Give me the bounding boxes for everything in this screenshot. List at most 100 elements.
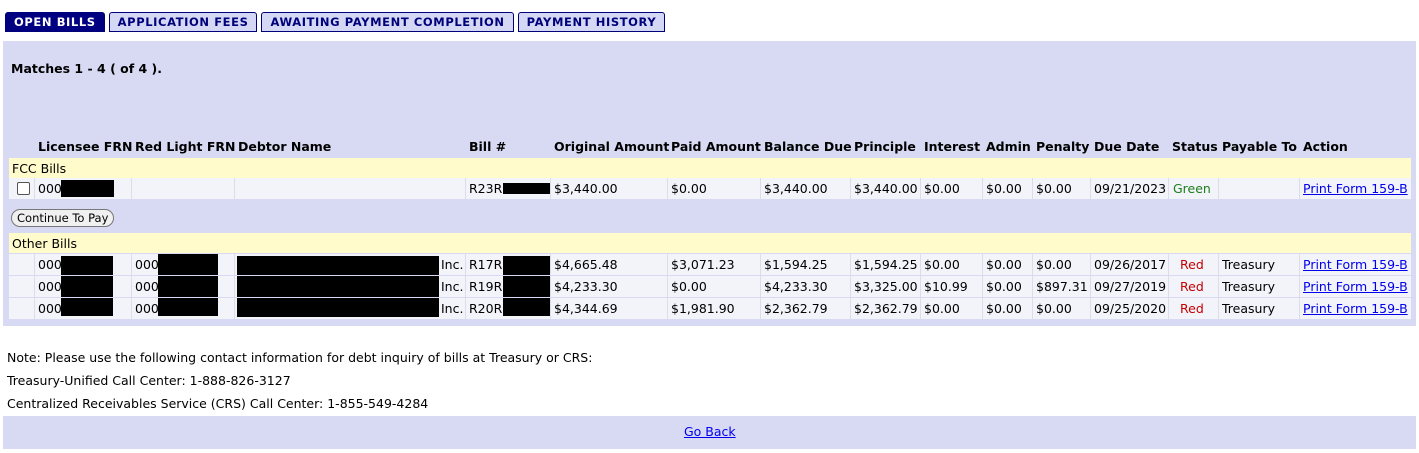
status-badge: Green <box>1173 181 1211 196</box>
redaction <box>61 298 113 316</box>
col-penalty: Penalty <box>1036 139 1090 154</box>
debtor-name: Inc. <box>441 301 464 316</box>
print-form-link[interactable]: Print Form 159-B <box>1303 279 1408 294</box>
redaction <box>237 256 439 275</box>
licensee-frn: 000 <box>38 279 62 294</box>
original-amount: $4,344.69 <box>551 298 668 319</box>
redaction <box>158 298 218 316</box>
payable-to: Treasury <box>1219 254 1300 275</box>
bill-number: R17R <box>469 257 503 272</box>
print-form-link[interactable]: Print Form 159-B <box>1303 181 1408 196</box>
crs-contact: Centralized Receivables Service (CRS) Ca… <box>7 396 429 411</box>
col-debtor-name: Debtor Name <box>238 139 332 154</box>
col-action: Action <box>1303 139 1348 154</box>
redaction <box>158 254 218 275</box>
col-status: Status <box>1172 139 1218 154</box>
red-light-frn: 000 <box>135 301 159 316</box>
admin: $0.00 <box>983 298 1033 319</box>
redaction <box>61 180 114 197</box>
col-original-amount: Original Amount <box>554 139 670 154</box>
other-bills-section: Other Bills <box>9 233 1411 253</box>
payable-to <box>1219 178 1300 199</box>
col-balance-due: Balance Due <box>764 139 852 154</box>
bills-panel: Matches 1 - 4 ( of 4 ). Licensee FRN Red… <box>3 41 1416 326</box>
due-date: 09/26/2017 <box>1091 254 1169 275</box>
original-amount: $4,665.48 <box>551 254 668 275</box>
original-amount: $3,440.00 <box>551 178 668 199</box>
status-badge: Red <box>1180 257 1204 272</box>
due-date: 09/25/2020 <box>1091 298 1169 319</box>
paid-amount: $0.00 <box>668 178 761 199</box>
debtor-name: Inc. <box>441 257 464 272</box>
print-form-link[interactable]: Print Form 159-B <box>1303 301 1408 316</box>
tab-payment-history[interactable]: PAYMENT HISTORY <box>517 12 666 32</box>
redaction <box>158 276 218 297</box>
due-date: 09/27/2019 <box>1091 276 1169 297</box>
go-back-link[interactable]: Go Back <box>684 424 736 439</box>
payable-to: Treasury <box>1219 276 1300 297</box>
col-licensee-frn: Licensee FRN <box>38 139 133 154</box>
col-due-date: Due Date <box>1094 139 1160 154</box>
interest: $0.00 <box>921 178 983 199</box>
balance-due: $3,440.00 <box>761 178 851 199</box>
debtor-name <box>235 178 466 199</box>
penalty: $897.31 <box>1033 276 1091 297</box>
col-red-light-frn: Red Light FRN <box>135 139 236 154</box>
fcc-bills-section: FCC Bills <box>9 158 1411 178</box>
interest: $0.00 <box>921 298 983 319</box>
status-badge: Red <box>1180 301 1204 316</box>
admin: $0.00 <box>983 276 1033 297</box>
licensee-frn: 000 <box>38 301 62 316</box>
penalty: $0.00 <box>1033 178 1091 199</box>
table-row: 000 R23R $3,440.00 $0.00 $3,440.00 $3,44… <box>9 178 1411 199</box>
redaction <box>61 276 113 297</box>
table-row: 000 000 Inc. R19R $4,233.30 $0.00 $4,233… <box>9 276 1411 297</box>
paid-amount: $1,981.90 <box>668 298 761 319</box>
tab-awaiting-payment-completion[interactable]: AWAITING PAYMENT COMPLETION <box>261 12 514 32</box>
redaction <box>503 298 550 316</box>
paid-amount: $3,071.23 <box>668 254 761 275</box>
bill-number: R19R <box>469 279 503 294</box>
tab-open-bills[interactable]: OPEN BILLS <box>5 12 105 32</box>
bill-number: R20R <box>469 301 503 316</box>
payable-to: Treasury <box>1219 298 1300 319</box>
original-amount: $4,233.30 <box>551 276 668 297</box>
continue-to-pay-button[interactable]: Continue To Pay <box>11 209 115 227</box>
other-bills-label: Other Bills <box>12 236 77 251</box>
table-row: 000 000 Inc. R20R $4,344.69 $1,981.90 $2… <box>9 298 1411 319</box>
paid-amount: $0.00 <box>668 276 761 297</box>
redaction <box>237 298 439 317</box>
debtor-name: Inc. <box>441 279 464 294</box>
licensee-frn: 000 <box>38 257 62 272</box>
red-light-frn <box>132 178 235 199</box>
principle: $2,362.79 <box>851 298 921 319</box>
note-intro: Note: Please use the following contact i… <box>7 350 593 365</box>
tab-application-fees[interactable]: APPLICATION FEES <box>108 12 258 32</box>
bill-tabs: OPEN BILLS APPLICATION FEES AWAITING PAY… <box>5 12 666 32</box>
principle: $3,325.00 <box>851 276 921 297</box>
redaction <box>61 256 113 275</box>
status-badge: Red <box>1180 279 1204 294</box>
red-light-frn: 000 <box>135 257 159 272</box>
fcc-bills-label: FCC Bills <box>12 161 67 176</box>
penalty: $0.00 <box>1033 254 1091 275</box>
interest: $10.99 <box>921 276 983 297</box>
col-paid-amount: Paid Amount <box>671 139 761 154</box>
redaction <box>237 276 439 297</box>
admin: $0.00 <box>983 178 1033 199</box>
balance-due: $2,362.79 <box>761 298 851 319</box>
col-bill-number: Bill # <box>469 139 507 154</box>
col-principle: Principle <box>854 139 916 154</box>
table-row: 000 000 Inc. R17R $4,665.48 $3,071.23 $1… <box>9 254 1411 275</box>
admin: $0.00 <box>983 254 1033 275</box>
print-form-link[interactable]: Print Form 159-B <box>1303 257 1408 272</box>
col-payable-to: Payable To <box>1222 139 1297 154</box>
bill-select-checkbox[interactable] <box>17 182 30 195</box>
balance-due: $4,233.30 <box>761 276 851 297</box>
due-date: 09/21/2023 <box>1091 178 1169 199</box>
col-admin: Admin <box>986 139 1031 154</box>
penalty: $0.00 <box>1033 298 1091 319</box>
balance-due: $1,594.25 <box>761 254 851 275</box>
redaction <box>503 256 550 275</box>
principle: $1,594.25 <box>851 254 921 275</box>
